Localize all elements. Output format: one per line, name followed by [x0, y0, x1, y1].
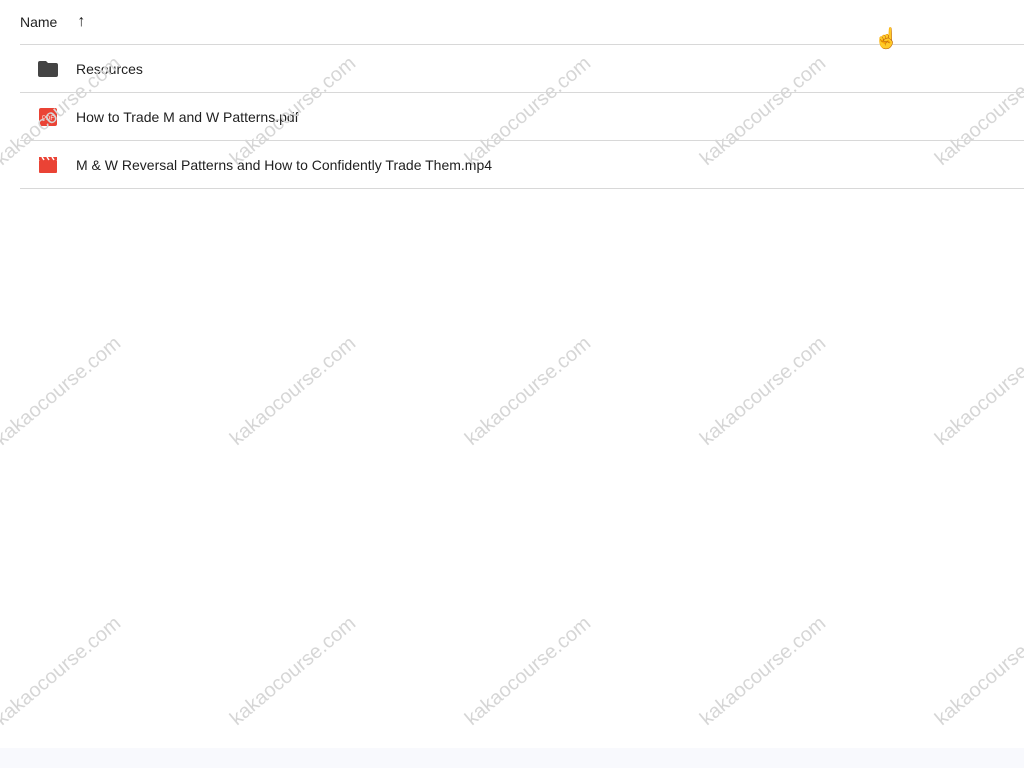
watermark: kakaocourse.com [930, 612, 1024, 730]
sort-ascending-icon[interactable]: ↑ [77, 13, 85, 31]
watermark: kakaocourse.com [930, 332, 1024, 450]
watermark: kakaocourse.com [0, 612, 126, 730]
watermark: kakaocourse.com [225, 612, 361, 730]
footer-bar [0, 748, 1024, 768]
folder-icon [20, 60, 76, 77]
pdf-icon: PDF [20, 107, 76, 126]
name-column-label[interactable]: Name [20, 14, 57, 30]
watermark: kakaocourse.com [225, 332, 361, 450]
watermark: kakaocourse.com [460, 332, 596, 450]
file-name[interactable]: How to Trade M and W Patterns.pdf [76, 109, 299, 125]
file-name[interactable]: M & W Reversal Patterns and How to Confi… [76, 157, 492, 173]
video-icon [20, 156, 76, 173]
svg-text:PDF: PDF [42, 116, 54, 122]
file-row-video[interactable]: M & W Reversal Patterns and How to Confi… [20, 141, 1024, 189]
file-row-pdf[interactable]: PDF How to Trade M and W Patterns.pdf [20, 93, 1024, 141]
watermark: kakaocourse.com [460, 612, 596, 730]
file-row-folder[interactable]: Resources [20, 45, 1024, 93]
file-name[interactable]: Resources [76, 61, 143, 77]
watermark: kakaocourse.com [695, 332, 831, 450]
watermark: kakaocourse.com [0, 332, 126, 450]
watermark: kakaocourse.com [695, 612, 831, 730]
hand-cursor-icon: ☝ [874, 28, 899, 50]
